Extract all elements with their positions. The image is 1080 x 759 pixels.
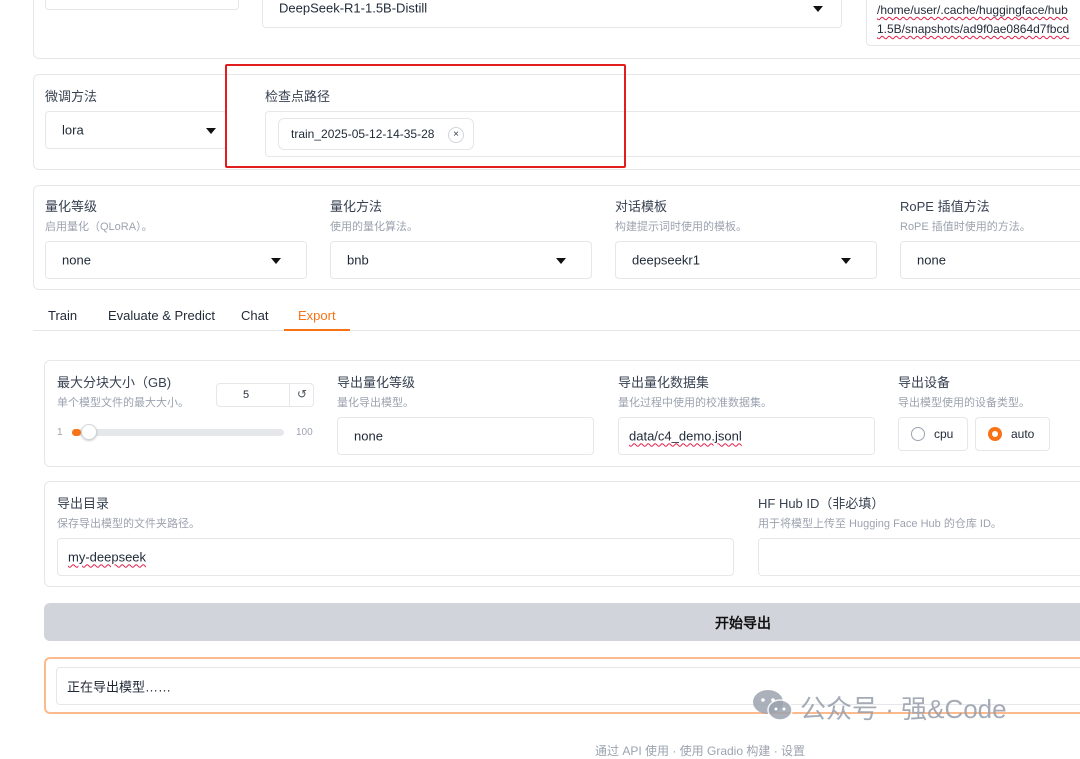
export-quant-dataset-input[interactable]: data/c4_demo.jsonl [618,417,875,455]
device-auto-label: auto [1011,427,1035,441]
export-quant-dataset-desc: 量化过程中使用的校准数据集。 [618,397,772,409]
radio-checked-icon [988,427,1002,441]
tab-chat[interactable]: Chat [241,308,268,323]
reset-icon[interactable]: ↺ [297,387,307,401]
start-export-label: 开始导出 [715,615,771,631]
shard-size-value: 5 [243,389,250,401]
model-path-line2: 1.5B/snapshots/ad9f0ae0864d7fbcd [877,22,1070,36]
reset-divider [289,384,290,406]
quant-level-value: none [62,252,91,268]
start-export-button[interactable]: 开始导出 [44,603,1080,641]
export-dir-value: my-deepseek [68,549,147,565]
shard-size-slider-track[interactable] [72,429,284,436]
rope-value: none [917,252,946,268]
tab-train[interactable]: Train [48,308,77,323]
slider-min-label: 1 [57,427,63,438]
shard-size-slider-thumb[interactable] [80,424,97,440]
device-option-cpu[interactable]: cpu [898,417,968,451]
export-quant-bit-value: none [354,428,383,444]
shard-size-slider-fill [72,429,81,436]
chevron-down-icon [841,258,851,264]
chevron-down-icon [813,6,823,12]
chevron-down-icon [271,258,281,264]
template-select[interactable]: deepseekr1 [615,241,877,279]
chevron-down-icon [556,258,566,264]
model-path-line1: /home/user/.cache/huggingface/hub [877,3,1068,17]
template-desc: 构建提示词时使用的模板。 [615,221,747,233]
export-quant-bit-select[interactable]: none [337,417,594,455]
export-device-label: 导出设备 [898,375,951,390]
tab-evaluate-predict[interactable]: Evaluate & Predict [108,308,215,323]
quant-method-select[interactable]: bnb [330,241,592,279]
radio-unchecked-icon [911,427,925,441]
device-cpu-label: cpu [934,427,954,441]
quant-level-select[interactable]: none [45,241,307,279]
slider-max-label: 100 [296,427,313,438]
watermark-text: 公众号 · 强&Code [800,694,1007,724]
export-dir-input[interactable]: my-deepseek [57,538,734,576]
device-option-auto[interactable]: auto [975,417,1050,451]
language-select[interactable] [45,0,239,10]
export-dir-desc: 保存导出模型的文件夹路径。 [57,518,200,530]
export-quant-bit-label: 导出量化等级 [337,375,416,390]
tab-bar-divider [33,330,1080,331]
model-name-select[interactable]: DeepSeek-R1-1.5B-Distill [262,0,842,28]
tab-export[interactable]: Export [298,308,336,323]
hf-hub-id-input[interactable] [758,538,1080,576]
rope-label: RoPE 插值方法 [900,199,990,214]
template-value: deepseekr1 [632,252,700,268]
wechat-icon [752,689,794,721]
model-path-input[interactable]: /home/user/.cache/huggingface/hub 1.5B/s… [866,0,1080,46]
quant-method-label: 量化方法 [330,199,383,214]
export-device-desc: 导出模型使用的设备类型。 [898,397,1030,409]
finetune-method-label: 微调方法 [45,89,98,104]
export-status-text: 正在导出模型…… [67,679,172,695]
shard-size-label: 最大分块大小（GB) [57,375,172,390]
shard-size-input[interactable]: 5 ↺ [216,383,314,407]
model-name-value: DeepSeek-R1-1.5B-Distill [279,0,428,16]
shard-size-desc: 单个模型文件的最大大小。 [57,397,189,409]
quant-level-desc: 启用量化（QLoRA）。 [45,221,153,233]
finetune-method-select[interactable]: lora [45,111,227,149]
export-dir-label: 导出目录 [57,496,110,511]
quant-level-label: 量化等级 [45,199,98,214]
quant-method-value: bnb [347,252,369,268]
highlight-box [225,64,626,168]
template-label: 对话模板 [615,199,668,214]
chevron-down-icon [206,128,216,134]
quant-method-desc: 使用的量化算法。 [330,221,418,233]
finetune-method-value: lora [62,122,84,138]
hf-hub-id-label: HF Hub ID（非必填） [758,496,885,511]
footer-links[interactable]: 通过 API 使用 · 使用 Gradio 构建 · 设置 [595,742,805,759]
export-quant-dataset-value: data/c4_demo.jsonl [629,428,742,444]
tab-export-underline [284,329,350,331]
radio-dot [992,431,998,437]
export-quant-dataset-label: 导出量化数据集 [618,375,710,390]
rope-desc: RoPE 插值时使用的方法。 [900,221,1031,233]
hf-hub-id-desc: 用于将模型上传至 Hugging Face Hub 的仓库 ID。 [758,518,1002,530]
export-quant-bit-desc: 量化导出模型。 [337,397,414,409]
rope-select[interactable]: none [900,241,1080,279]
